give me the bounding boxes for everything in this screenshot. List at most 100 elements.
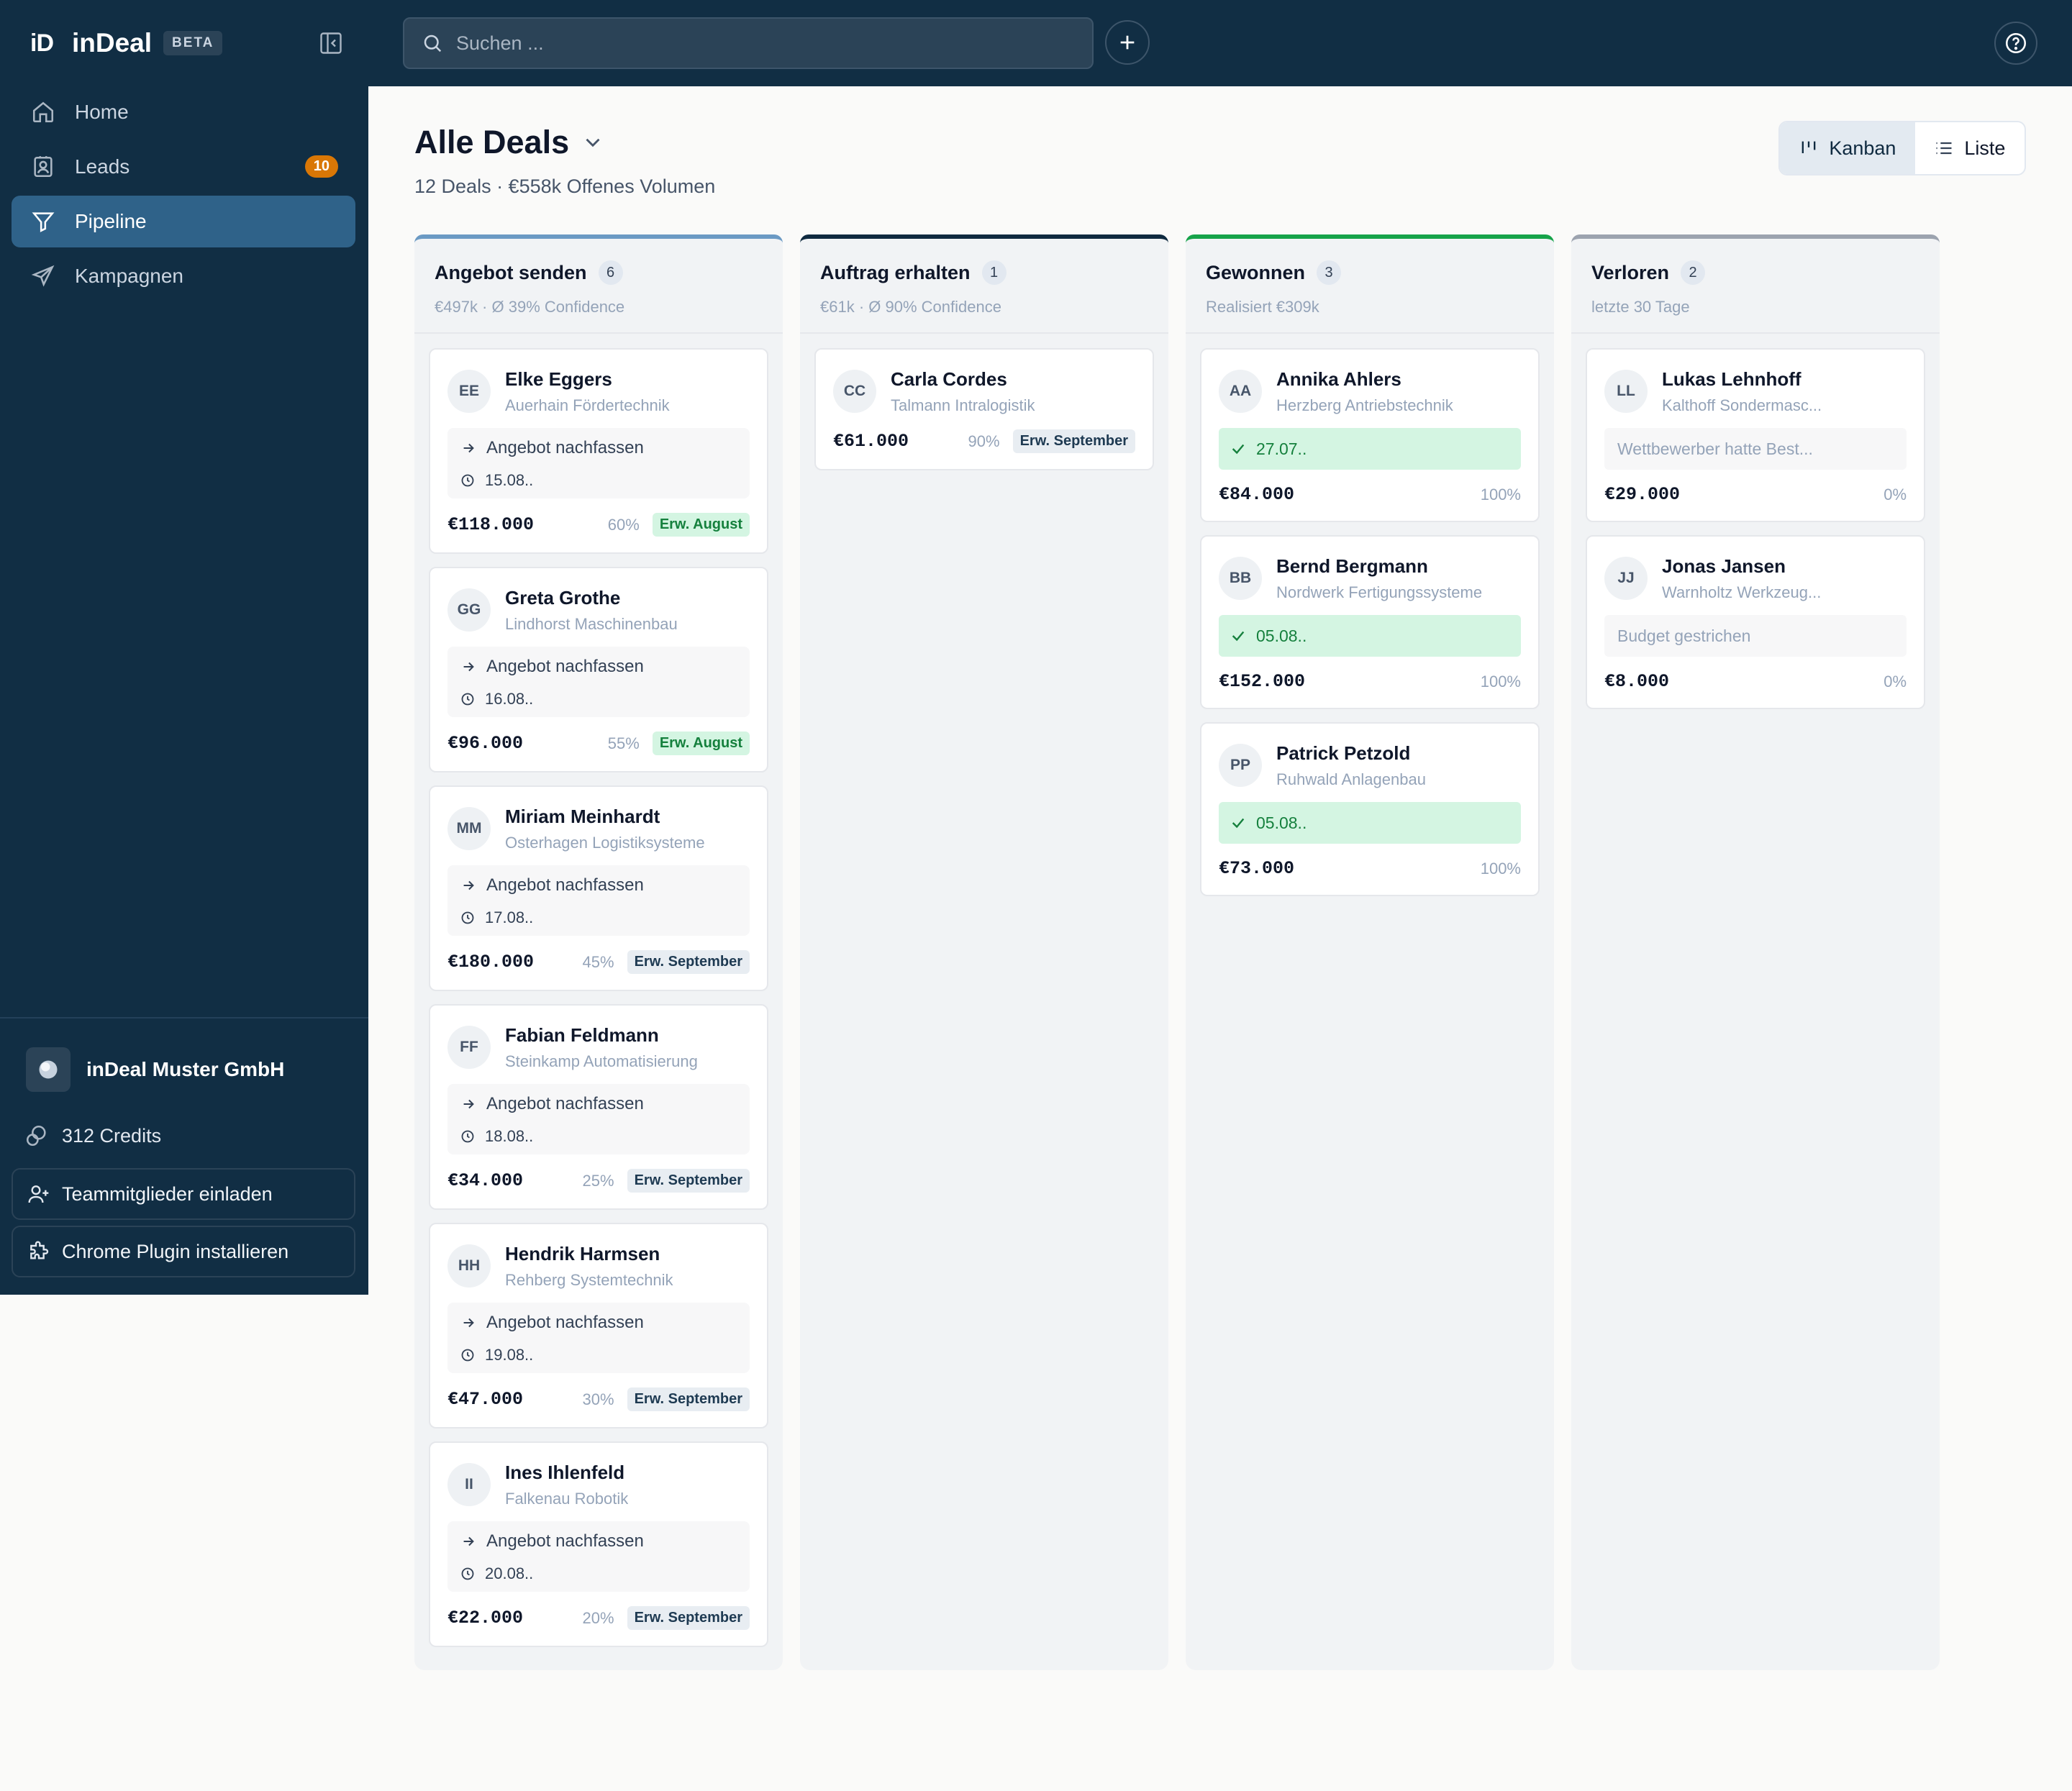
- contact-name[interactable]: Ines Ihlenfeld: [505, 1462, 628, 1484]
- deal-amount: €47.000: [447, 1389, 524, 1410]
- nav-item-leads[interactable]: Leads 10: [12, 141, 355, 193]
- deal-card[interactable]: FF Fabian Feldmann Steinkamp Automatisieru…: [429, 1004, 768, 1210]
- avatar: II: [447, 1463, 491, 1506]
- deal-card[interactable]: MM Miriam Meinhardt Osterhagen Logistiksys…: [429, 785, 768, 991]
- column-count-badge: 3: [1317, 260, 1342, 285]
- won-date-text: 05.08..: [1256, 813, 1307, 832]
- deal-amount: €8.000: [1604, 671, 1670, 692]
- deal-card[interactable]: CC Carla Cordes Talmann Intralogistik €61.0…: [814, 348, 1154, 470]
- column-title-text: Gewonnen: [1206, 261, 1306, 283]
- leads-count-badge: 10: [304, 155, 338, 178]
- contact-name[interactable]: Miriam Meinhardt: [505, 806, 705, 828]
- task-text: Angebot nachfassen: [486, 875, 644, 895]
- column-header: Auftrag erhalten 1 €61k · Ø 90% Confidence: [800, 239, 1168, 334]
- next-task[interactable]: Angebot nachfassen 20.08..: [447, 1521, 750, 1592]
- contact-name[interactable]: Annika Ahlers: [1276, 368, 1453, 391]
- arrow-right-icon: [460, 440, 476, 456]
- won-date: 27.07..: [1219, 428, 1521, 470]
- deal-card-header: BB Bernd Bergmann Nordwerk Fertigungssyste…: [1219, 552, 1521, 602]
- deal-amount: €61.000: [833, 431, 909, 452]
- expected-close-tag: Erw. September: [627, 1606, 750, 1630]
- collapse-sidebar-icon[interactable]: [318, 30, 344, 56]
- invite-team-button[interactable]: Teammitglieder einladen: [12, 1168, 355, 1220]
- list-view-button[interactable]: Liste: [1915, 122, 2025, 174]
- deal-card[interactable]: JJ Jonas Jansen Warnholtz Werkzeug... Budge…: [1586, 535, 1925, 709]
- nav-item-home[interactable]: Home: [12, 86, 355, 138]
- search-box[interactable]: [403, 17, 1094, 69]
- deal-card-footer: €47.000 30% Erw. September: [447, 1387, 750, 1411]
- deal-card[interactable]: BB Bernd Bergmann Nordwerk Fertigungssyste…: [1200, 535, 1540, 709]
- company-name: Auerhain Fördertechnik: [505, 396, 670, 414]
- avatar: EE: [447, 370, 491, 413]
- column-summary: €497k · Ø 39% Confidence: [435, 298, 625, 316]
- nav-label: Kampagnen: [75, 265, 184, 287]
- company-name: Nordwerk Fertigungssysteme: [1276, 583, 1483, 601]
- page-subtitle: 12 Deals · €558k Offenes Volumen: [414, 176, 716, 197]
- next-task[interactable]: Angebot nachfassen 18.08..: [447, 1084, 750, 1154]
- column-title-text: Angebot senden: [435, 261, 587, 283]
- task-label: Angebot nachfassen: [460, 1531, 737, 1551]
- deal-card[interactable]: EE Elke Eggers Auerhain Fördertechnik Angeb…: [429, 348, 768, 554]
- deal-card-header: GG Greta Grothe Lindhorst Maschinenbau: [447, 584, 750, 634]
- brand-name: inDeal: [72, 28, 153, 58]
- task-due-date: 20.08..: [460, 1564, 737, 1583]
- deal-contact: Bernd Bergmann Nordwerk Fertigungssysteme: [1276, 552, 1482, 602]
- deal-card[interactable]: HH Hendrik Harmsen Rehberg Systemtechnik An…: [429, 1223, 768, 1428]
- task-due-date: 17.08..: [460, 908, 737, 927]
- company-logo: [26, 1047, 71, 1092]
- contact-name[interactable]: Greta Grothe: [505, 587, 678, 609]
- search-input[interactable]: [456, 32, 1075, 55]
- deal-card-footer: €61.000 90% Erw. September: [833, 429, 1135, 453]
- column-header: Angebot senden 6 €497k · Ø 39% Confidence: [414, 239, 783, 334]
- contact-name[interactable]: Bernd Bergmann: [1276, 555, 1482, 578]
- contact-name[interactable]: Hendrik Harmsen: [505, 1243, 673, 1265]
- contact-name[interactable]: Elke Eggers: [505, 368, 670, 391]
- chevron-down-icon[interactable]: [581, 130, 605, 155]
- deal-amount: €34.000: [447, 1170, 524, 1191]
- add-button[interactable]: [1105, 20, 1150, 65]
- avatar: CC: [833, 370, 876, 413]
- deal-card-header: HH Hendrik Harmsen Rehberg Systemtechnik: [447, 1240, 750, 1290]
- page-title[interactable]: Alle Deals: [414, 124, 605, 161]
- company-name: Warnholtz Werkzeug...: [1662, 583, 1822, 601]
- task-label: Angebot nachfassen: [460, 1094, 737, 1114]
- brand[interactable]: iD inDeal BETA: [30, 26, 223, 60]
- deal-probability: 0%: [1884, 672, 1907, 691]
- column-cards: LL Lukas Lehnhoff Kalthoff Sondermasc... We…: [1571, 334, 1940, 709]
- column-summary: Realisiert €309k: [1206, 298, 1319, 316]
- deal-contact: Elke Eggers Auerhain Fördertechnik: [505, 365, 670, 415]
- contact-name[interactable]: Fabian Feldmann: [505, 1024, 698, 1047]
- clock-icon: [460, 473, 475, 488]
- deal-contact: Annika Ahlers Herzberg Antriebstechnik: [1276, 365, 1453, 415]
- nav-item-pipeline[interactable]: Pipeline: [12, 196, 355, 247]
- help-button[interactable]: [1994, 22, 2037, 65]
- column-summary: letzte 30 Tage: [1591, 298, 1690, 316]
- company-name: Ruhwald Anlagenbau: [1276, 770, 1426, 788]
- deal-card[interactable]: LL Lukas Lehnhoff Kalthoff Sondermasc... We…: [1586, 348, 1925, 522]
- next-task[interactable]: Angebot nachfassen 17.08..: [447, 865, 750, 936]
- company-switcher[interactable]: inDeal Muster GmbH: [26, 1047, 284, 1092]
- column-count-badge: 1: [981, 260, 1007, 285]
- deal-card-header: LL Lukas Lehnhoff Kalthoff Sondermasc...: [1604, 365, 1907, 415]
- deal-card-header: AA Annika Ahlers Herzberg Antriebstechnik: [1219, 365, 1521, 415]
- plus-icon: [1117, 32, 1137, 53]
- next-task[interactable]: Angebot nachfassen 16.08..: [447, 647, 750, 717]
- deal-card[interactable]: II Ines Ihlenfeld Falkenau Robotik Angebot …: [429, 1441, 768, 1647]
- deal-card[interactable]: GG Greta Grothe Lindhorst Maschinenbau Ange…: [429, 567, 768, 773]
- contact-name[interactable]: Lukas Lehnhoff: [1662, 368, 1822, 391]
- contact-name[interactable]: Carla Cordes: [891, 368, 1035, 391]
- install-plugin-button[interactable]: Chrome Plugin installieren: [12, 1226, 355, 1277]
- contact-name[interactable]: Patrick Petzold: [1276, 742, 1426, 765]
- next-task[interactable]: Angebot nachfassen 19.08..: [447, 1303, 750, 1373]
- nav-item-kampagnen[interactable]: Kampagnen: [12, 250, 355, 302]
- column-cards: AA Annika Ahlers Herzberg Antriebstechnik 2…: [1186, 334, 1554, 896]
- kanban-view-button[interactable]: Kanban: [1780, 122, 1915, 174]
- task-label: Angebot nachfassen: [460, 875, 737, 896]
- deal-card[interactable]: AA Annika Ahlers Herzberg Antriebstechnik 2…: [1200, 348, 1540, 522]
- deal-card-footer: €84.000 100%: [1219, 484, 1521, 505]
- task-due-date: 18.08..: [460, 1127, 737, 1146]
- contact-name[interactable]: Jonas Jansen: [1662, 555, 1821, 578]
- next-task[interactable]: Angebot nachfassen 15.08..: [447, 428, 750, 498]
- invite-label: Teammitglieder einladen: [62, 1182, 273, 1205]
- deal-card[interactable]: PP Patrick Petzold Ruhwald Anlagenbau 05.08…: [1200, 722, 1540, 896]
